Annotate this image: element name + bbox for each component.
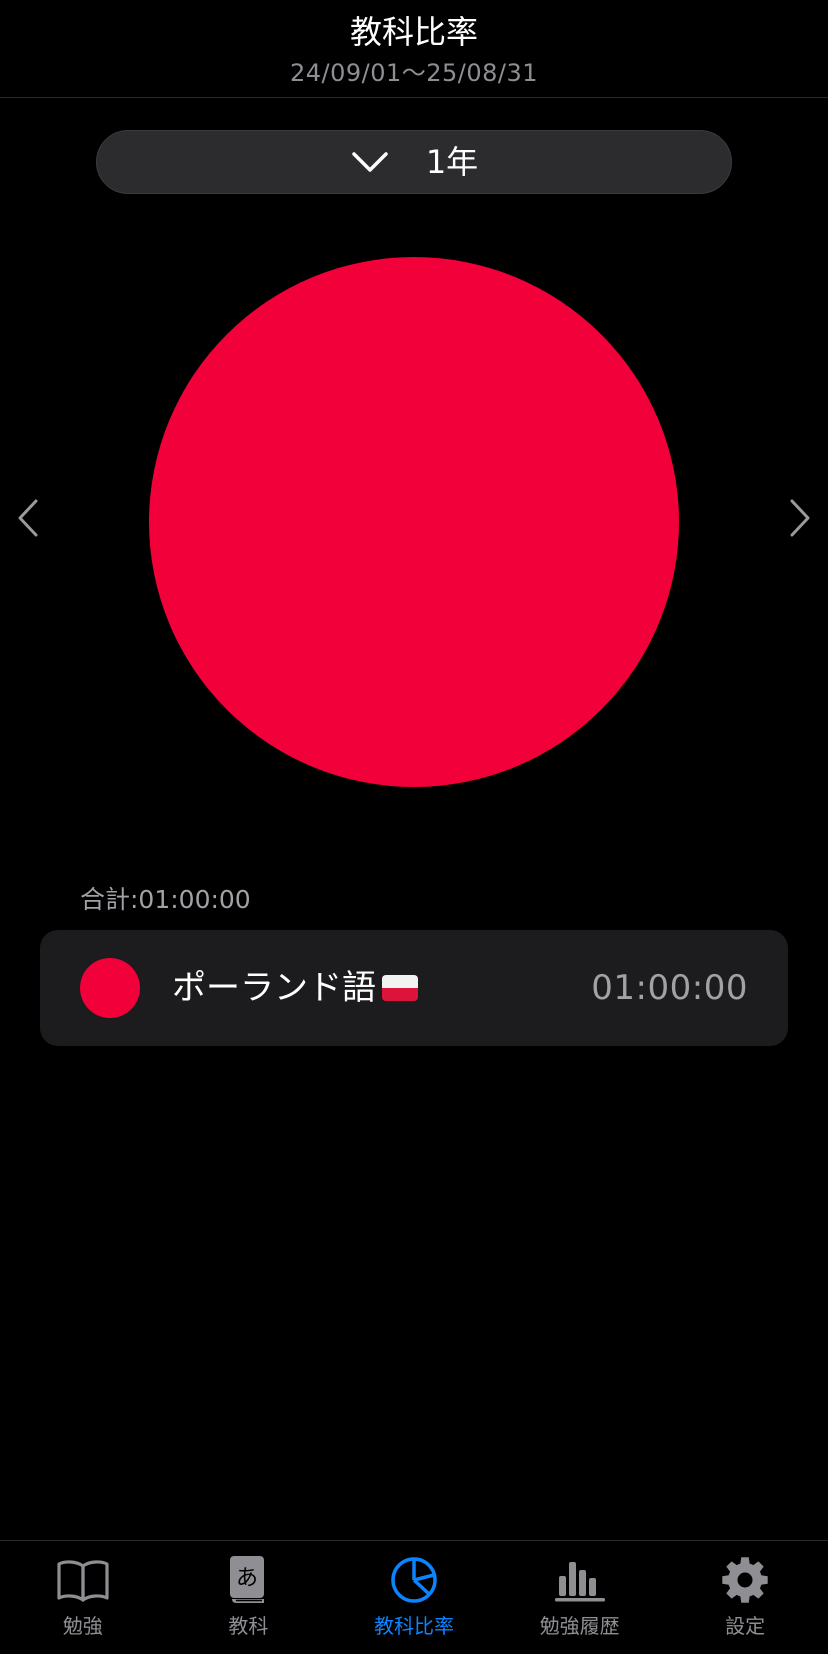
tab-study-history[interactable]: 勉強履歴 (497, 1541, 663, 1654)
open-book-icon (55, 1555, 111, 1605)
tab-label: 設定 (725, 1614, 766, 1638)
tab-label: 教科比率 (373, 1614, 454, 1638)
svg-text:あ: あ (236, 1566, 258, 1591)
total-time-label: 合計:01:00:00 (80, 885, 251, 914)
bar-chart-icon (552, 1555, 608, 1605)
poland-flag-icon (382, 975, 418, 1001)
tab-settings[interactable]: 設定 (662, 1541, 828, 1654)
chevron-right-icon (788, 498, 812, 542)
tab-study[interactable]: 勉強 (0, 1541, 166, 1654)
tab-subject-ratio[interactable]: 教科比率 (331, 1541, 497, 1654)
pie-chart (149, 257, 679, 787)
page-title: 教科比率 (349, 13, 478, 51)
chevron-left-icon (16, 498, 40, 542)
pie-slice (149, 257, 679, 787)
tab-label: 教科 (228, 1614, 269, 1638)
subject-name-wrap: ポーランド語 (172, 966, 418, 1010)
navigation-header: 教科比率 24/09/01～25/08/31 (0, 0, 828, 98)
hiragana-book-icon: あ (220, 1555, 276, 1605)
date-range: 24/09/01～25/08/31 (289, 59, 539, 87)
tab-bar: 勉強 あ 教科 教科比率 勉強履歴 設定 (0, 1540, 828, 1654)
pie-chart-icon (386, 1555, 442, 1605)
pie-chart-area (0, 220, 828, 820)
subject-row[interactable]: ポーランド語 01:00:00 (40, 930, 788, 1046)
next-period-button[interactable] (780, 490, 820, 550)
gear-icon (717, 1555, 773, 1605)
subject-list: ポーランド語 01:00:00 (40, 930, 788, 1046)
tab-label: 勉強履歴 (539, 1614, 620, 1638)
tab-label: 勉強 (62, 1614, 103, 1638)
tab-subjects[interactable]: あ 教科 (166, 1541, 332, 1654)
subject-name: ポーランド語 (172, 968, 376, 1008)
period-selector-button[interactable]: 1年 (96, 130, 732, 194)
period-label: 1年 (425, 143, 479, 181)
chevron-down-icon (350, 148, 390, 176)
previous-period-button[interactable] (8, 490, 48, 550)
subject-color-dot (80, 958, 140, 1018)
subject-time: 01:00:00 (591, 968, 748, 1008)
subject-ratio-screen: 教科比率 24/09/01～25/08/31 1年 合計:01:00:00 ポー… (0, 0, 828, 1654)
